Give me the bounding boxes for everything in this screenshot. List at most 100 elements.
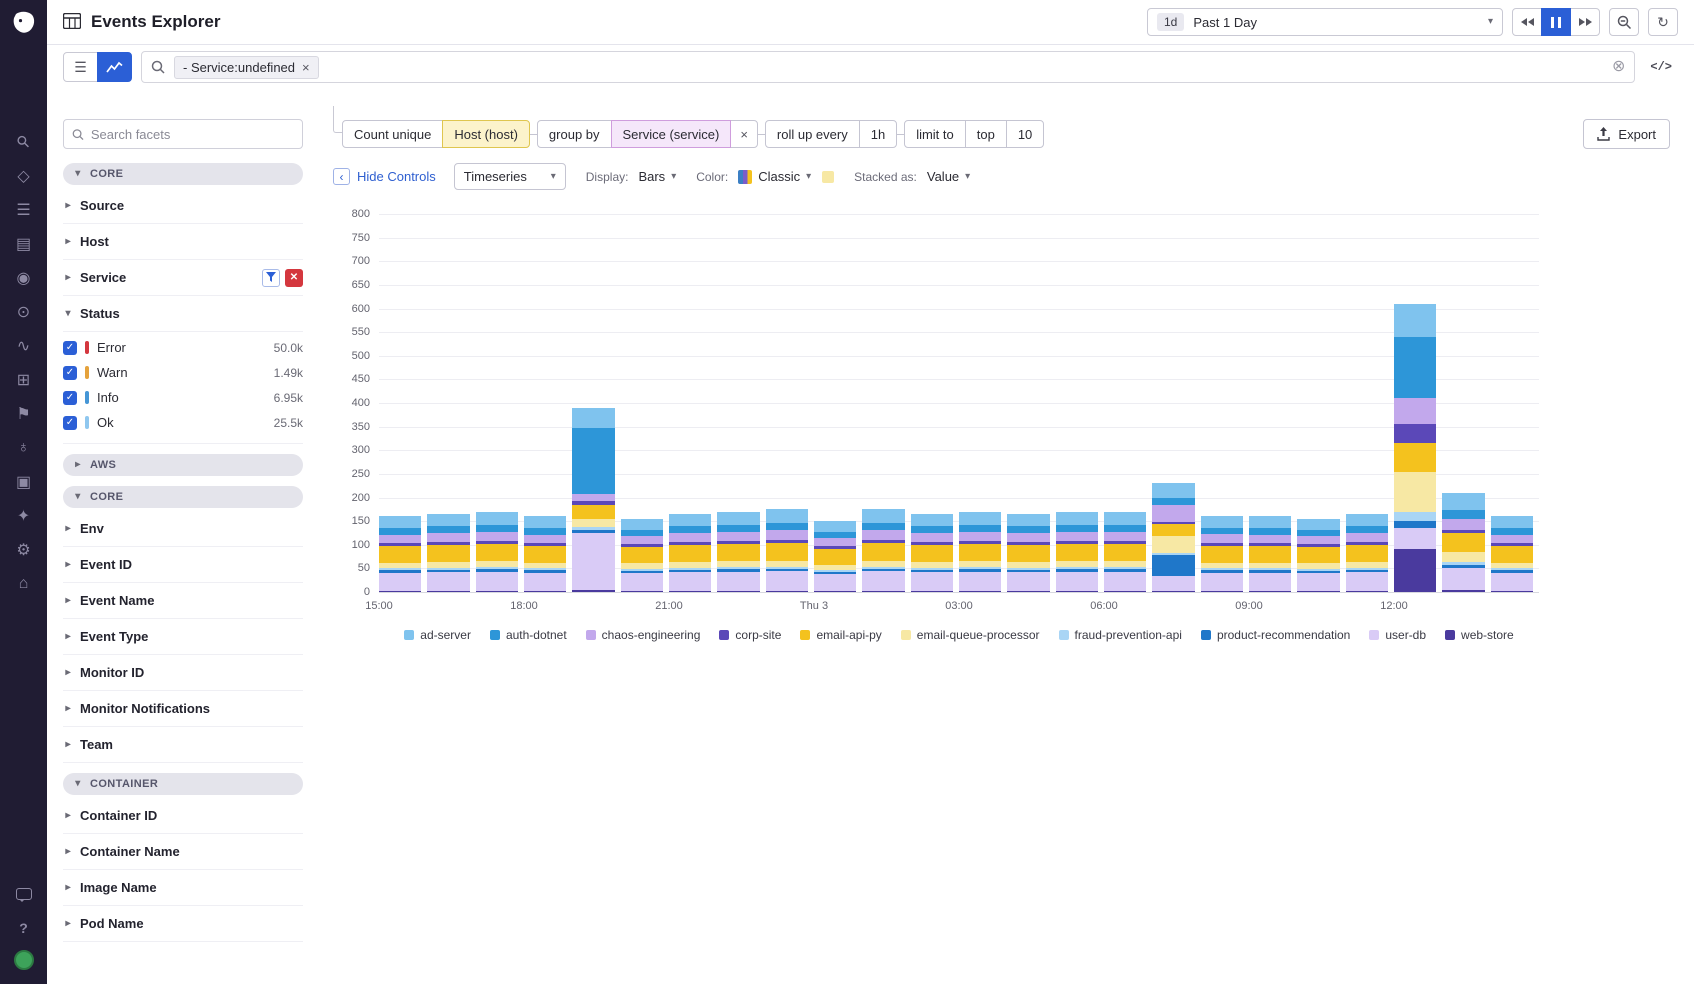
bar-02-00[interactable] (911, 514, 953, 592)
watchdog-icon[interactable]: ⊙ (0, 295, 47, 329)
security-icon[interactable]: ✦ (0, 499, 47, 533)
stacked-as-select[interactable]: Value ▾ (927, 169, 970, 184)
facet-item-event-id[interactable]: ▸Event ID (63, 547, 303, 583)
facet-item-team[interactable]: ▸Team (63, 727, 303, 763)
facet-value-row[interactable]: ✓Error50.0k (63, 335, 303, 360)
time-range-select[interactable]: 1d Past 1 Day ▾ (1147, 8, 1503, 36)
limit-label-chip[interactable]: limit to (904, 120, 966, 148)
facet-group-aws[interactable]: ▸AWS (63, 454, 303, 476)
legend-item-fraud-prevention-api[interactable]: fraud-prevention-api (1059, 628, 1182, 642)
logs-icon[interactable]: ☰ (0, 193, 47, 227)
apm-icon[interactable]: ∿ (0, 329, 47, 363)
notebooks-icon[interactable]: ▣ (0, 465, 47, 499)
bar-05-00[interactable] (1056, 512, 1098, 592)
legend-item-web-store[interactable]: web-store (1445, 628, 1514, 642)
clear-search-icon[interactable]: ⊗ (1612, 59, 1625, 75)
pause-live-button[interactable] (1541, 8, 1571, 36)
filter-icon[interactable] (262, 269, 280, 287)
bar-07-00[interactable] (1152, 483, 1194, 592)
checkbox-checked[interactable]: ✓ (63, 341, 77, 355)
chat-icon[interactable] (16, 888, 32, 900)
integrations-icon[interactable]: ⚙ (0, 533, 47, 567)
export-button[interactable]: Export (1583, 119, 1670, 149)
facet-item-image-name[interactable]: ▸Image Name (63, 870, 303, 906)
hide-controls-link[interactable]: ‹ Hide Controls (333, 168, 436, 185)
bar-thu-3[interactable] (814, 521, 856, 592)
facet-item-monitor-id[interactable]: ▸Monitor ID (63, 655, 303, 691)
list-view-button[interactable]: ☰ (63, 52, 98, 82)
zoom-out-button[interactable] (1609, 8, 1639, 36)
bar-21-00[interactable] (669, 514, 711, 592)
help-icon[interactable]: ? (19, 920, 28, 936)
display-select[interactable]: Bars ▾ (638, 169, 676, 184)
remove-filter-icon[interactable]: ✕ (285, 269, 303, 287)
bar-18-00[interactable] (524, 516, 566, 592)
facet-item-pod-name[interactable]: ▸Pod Name (63, 906, 303, 942)
bar-22-00[interactable] (717, 512, 759, 592)
facet-item-service[interactable]: ▸Service✕ (63, 260, 303, 296)
group-by-field-chip[interactable]: Service (service) (611, 120, 732, 148)
synthetics-icon[interactable]: ♁ (0, 431, 47, 465)
bar-14-00[interactable] (1491, 516, 1533, 592)
search-input[interactable]: - Service:undefined × ⊗ (141, 51, 1635, 83)
bar-08-00[interactable] (1201, 516, 1243, 592)
code-view-button[interactable]: </> (1644, 60, 1678, 74)
legend-item-email-queue-processor[interactable]: email-queue-processor (901, 628, 1040, 642)
checkbox-checked[interactable]: ✓ (63, 416, 77, 430)
search-filter-chip[interactable]: - Service:undefined × (174, 56, 319, 79)
bar-04-00[interactable] (1007, 514, 1049, 592)
facet-item-status[interactable]: ▾Status (63, 296, 303, 332)
legend-item-user-db[interactable]: user-db (1369, 628, 1426, 642)
bar-15-00[interactable] (379, 516, 421, 592)
facet-group-core[interactable]: ▾CORE (63, 486, 303, 508)
metrics-icon[interactable]: ▤ (0, 227, 47, 261)
time-backward-button[interactable] (1512, 8, 1542, 36)
legend-item-corp-site[interactable]: corp-site (719, 628, 781, 642)
bar-13-00[interactable] (1442, 493, 1484, 592)
view-type-select[interactable]: Timeseries ▾ (454, 163, 566, 190)
remove-group-by-button[interactable]: × (730, 120, 758, 148)
count-field-chip[interactable]: Host (host) (442, 120, 530, 148)
bar-09-00[interactable] (1249, 516, 1291, 592)
monitors-icon[interactable]: ⚑ (0, 397, 47, 431)
group-by-label-chip[interactable]: group by (537, 120, 612, 148)
color-select[interactable]: Classic ▾ (738, 169, 834, 184)
facet-item-container-id[interactable]: ▸Container ID (63, 798, 303, 834)
user-avatar[interactable] (14, 950, 34, 970)
facet-group-container[interactable]: ▾CONTAINER (63, 773, 303, 795)
bar-23-00[interactable] (766, 509, 808, 592)
facet-item-env[interactable]: ▸Env (63, 511, 303, 547)
legend-item-auth-dotnet[interactable]: auth-dotnet (490, 628, 567, 642)
refresh-button[interactable]: ↻ (1648, 8, 1678, 36)
facet-value-row[interactable]: ✓Info6.95k (63, 385, 303, 410)
bar-12-00[interactable] (1394, 304, 1436, 592)
bar-01-00[interactable] (862, 509, 904, 592)
limit-direction-chip[interactable]: top (965, 120, 1007, 148)
facet-value-row[interactable]: ✓Ok25.5k (63, 410, 303, 435)
bar-10-00[interactable] (1297, 519, 1339, 592)
rollup-label-chip[interactable]: roll up every (765, 120, 860, 148)
facet-item-container-name[interactable]: ▸Container Name (63, 834, 303, 870)
bar-17-00[interactable] (476, 512, 518, 592)
legend-item-email-api-py[interactable]: email-api-py (800, 628, 881, 642)
facet-item-host[interactable]: ▸Host (63, 224, 303, 260)
remove-chip-icon[interactable]: × (302, 61, 310, 74)
bar-16-00[interactable] (427, 514, 469, 592)
dashboards-icon[interactable]: ⊞ (0, 363, 47, 397)
settings-icon[interactable]: ⌂ (0, 567, 47, 601)
limit-value-chip[interactable]: 10 (1006, 120, 1044, 148)
network-icon[interactable]: ◉ (0, 261, 47, 295)
bar-19-00[interactable] (572, 408, 614, 592)
checkbox-checked[interactable]: ✓ (63, 366, 77, 380)
rollup-value-chip[interactable]: 1h (859, 120, 897, 148)
count-unique-chip[interactable]: Count unique (342, 120, 443, 148)
bar-06-00[interactable] (1104, 512, 1146, 592)
legend-item-product-recommendation[interactable]: product-recommendation (1201, 628, 1350, 642)
bar-11-00[interactable] (1346, 514, 1388, 592)
facet-item-event-type[interactable]: ▸Event Type (63, 619, 303, 655)
facet-search-input[interactable] (91, 127, 294, 142)
checkbox-checked[interactable]: ✓ (63, 391, 77, 405)
legend-item-chaos-engineering[interactable]: chaos-engineering (586, 628, 701, 642)
bar-03-00[interactable] (959, 512, 1001, 592)
datadog-logo[interactable] (10, 9, 38, 37)
